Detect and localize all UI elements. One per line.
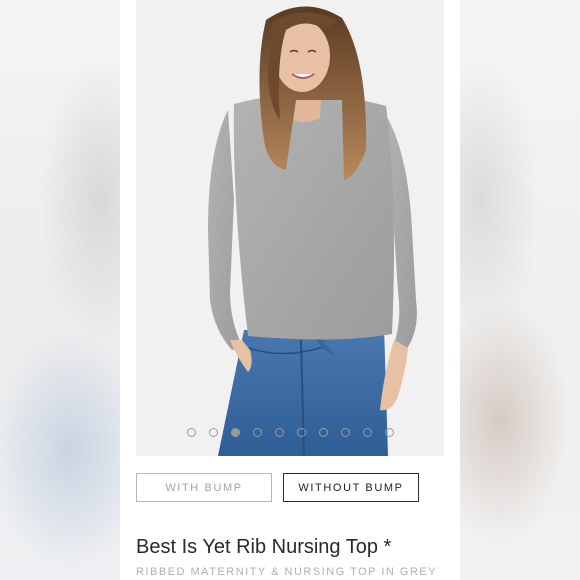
without-bump-button[interactable]: WITHOUT BUMP bbox=[283, 473, 419, 502]
bump-option-selector: WITH BUMP WITHOUT BUMP bbox=[136, 473, 444, 502]
carousel-dot[interactable] bbox=[208, 428, 218, 437]
carousel-dot[interactable] bbox=[362, 428, 372, 437]
with-bump-button[interactable]: WITH BUMP bbox=[136, 473, 272, 502]
product-subtitle: RIBBED MATERNITY & NURSING TOP IN GREY bbox=[136, 566, 438, 578]
carousel-dot[interactable] bbox=[384, 428, 394, 437]
product-title: Best Is Yet Rib Nursing Top * bbox=[136, 536, 392, 558]
carousel-dot[interactable] bbox=[186, 428, 196, 437]
carousel-dot[interactable] bbox=[252, 428, 262, 437]
carousel-dot[interactable] bbox=[274, 428, 284, 437]
blurred-backdrop-left bbox=[0, 0, 120, 580]
carousel-dots bbox=[136, 428, 444, 437]
carousel-dot[interactable] bbox=[318, 428, 328, 437]
carousel-dot-active[interactable] bbox=[230, 428, 240, 437]
product-card: WITH BUMP WITHOUT BUMP Best Is Yet Rib N… bbox=[120, 0, 460, 580]
blurred-backdrop-right bbox=[460, 0, 580, 580]
product-image[interactable] bbox=[136, 0, 444, 456]
carousel-dot[interactable] bbox=[296, 428, 306, 437]
model-illustration bbox=[208, 6, 417, 456]
carousel-dot[interactable] bbox=[340, 428, 350, 437]
